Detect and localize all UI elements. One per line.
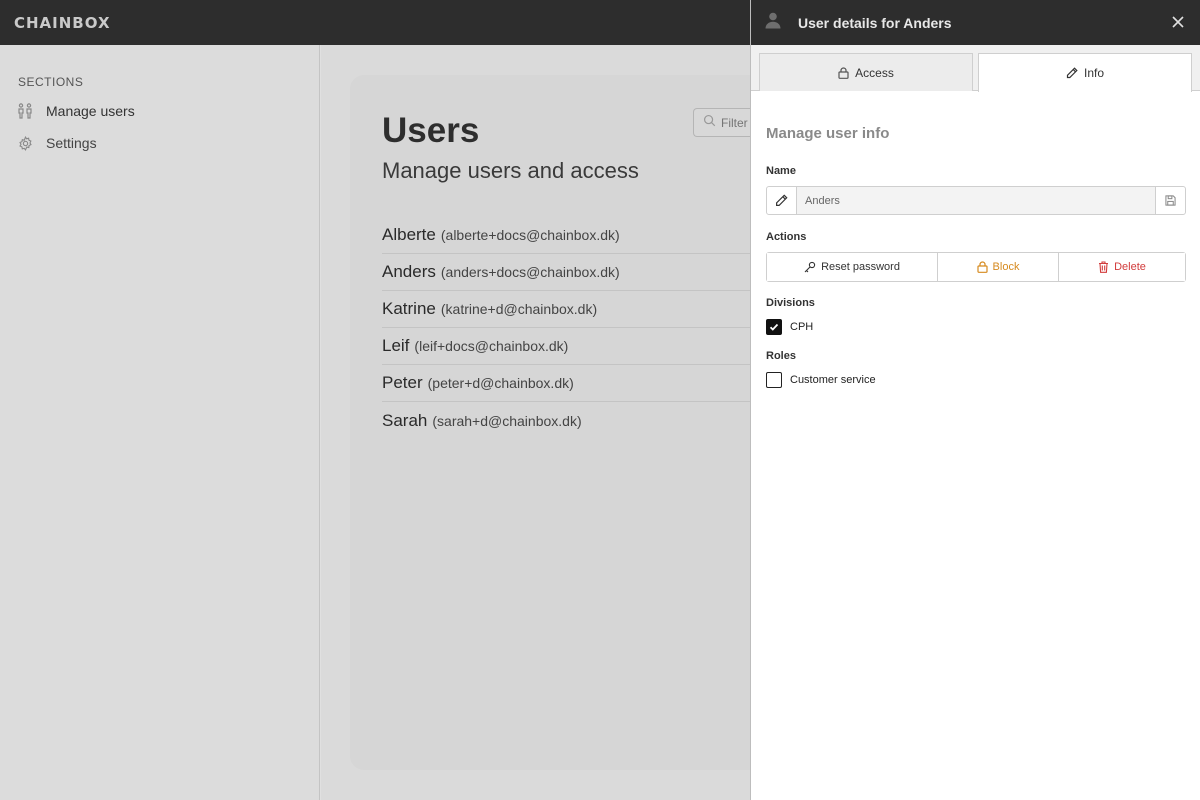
actions-label: Actions <box>766 231 807 243</box>
page-subtitle: Manage users and access <box>382 158 639 183</box>
user-row-anders[interactable]: Anders (anders+docs@chainbox.dk) <box>382 254 752 291</box>
user-name: Peter <box>382 373 423 392</box>
delete-button[interactable]: Delete <box>1059 253 1185 281</box>
lock-icon <box>976 261 988 273</box>
block-button[interactable]: Block <box>938 253 1059 281</box>
role-checkbox-customer-service[interactable]: Customer service <box>766 372 876 388</box>
division-checkbox-cph[interactable]: CPH <box>766 319 813 335</box>
sidebar-item-label: Manage users <box>46 103 135 119</box>
sidebar-item-label: Settings <box>46 135 97 151</box>
name-input-group <box>766 186 1186 215</box>
panel-title: User details for Anders <box>798 14 952 31</box>
actions-group: Reset password Block Delete <box>766 252 1186 282</box>
user-name: Katrine <box>382 299 436 318</box>
panel-header: User details for Anders <box>751 0 1200 45</box>
user-row-leif[interactable]: Leif (leif+docs@chainbox.dk) <box>382 328 752 365</box>
lock-icon <box>838 66 849 79</box>
search-icon <box>703 114 716 132</box>
delete-label: Delete <box>1114 261 1146 273</box>
panel-tabs: Access Info <box>751 45 1200 92</box>
gear-icon <box>16 134 34 152</box>
save-icon[interactable] <box>1155 187 1185 214</box>
user-email: (peter+d@chainbox.dk) <box>427 375 574 391</box>
key-icon <box>804 261 816 273</box>
checkbox-unchecked[interactable] <box>766 372 782 388</box>
user-email: (anders+docs@chainbox.dk) <box>440 264 620 280</box>
tab-access[interactable]: Access <box>759 53 973 91</box>
user-email: (leif+docs@chainbox.dk) <box>414 338 569 354</box>
app-logo[interactable]: CHAINBOX <box>14 14 111 32</box>
user-email: (alberte+docs@chainbox.dk) <box>440 227 620 243</box>
pencil-icon <box>1066 67 1078 79</box>
tab-info[interactable]: Info <box>978 53 1192 92</box>
page-title: Users <box>382 111 480 150</box>
user-avatar-icon <box>764 11 782 34</box>
sidebar-section-title: SECTIONS <box>18 75 84 89</box>
tab-label: Access <box>855 65 894 80</box>
pencil-icon <box>767 187 797 214</box>
trash-icon <box>1098 261 1109 273</box>
user-row-peter[interactable]: Peter (peter+d@chainbox.dk) <box>382 365 752 402</box>
user-name: Anders <box>382 262 436 281</box>
division-label: CPH <box>790 321 814 333</box>
sidebar: SECTIONS Manage users Settings <box>0 45 320 800</box>
sidebar-item-manage-users[interactable]: Manage users <box>16 100 135 122</box>
top-bar: CHAINBOX <box>0 0 750 45</box>
name-field[interactable] <box>797 187 1155 214</box>
user-email: (sarah+d@chainbox.dk) <box>432 412 582 429</box>
user-row-alberte[interactable]: Alberte (alberte+docs@chainbox.dk) <box>382 217 752 254</box>
block-label: Block <box>992 261 1020 273</box>
main-content: Users Manage users and access Alberte (a… <box>321 45 773 800</box>
user-details-panel: User details for Anders Access Info Mana… <box>750 0 1200 800</box>
sidebar-item-settings[interactable]: Settings <box>16 132 97 154</box>
checkbox-checked[interactable] <box>766 319 782 335</box>
users-icon <box>16 102 34 120</box>
reset-password-label: Reset password <box>821 261 900 273</box>
user-email: (katrine+d@chainbox.dk) <box>440 301 598 317</box>
user-list: Alberte (alberte+docs@chainbox.dk) Ander… <box>382 217 752 439</box>
reset-password-button[interactable]: Reset password <box>767 253 938 281</box>
user-row-katrine[interactable]: Katrine (katrine+d@chainbox.dk) <box>382 291 752 328</box>
section-heading: Manage user info <box>766 125 890 142</box>
divisions-label: Divisions <box>766 297 815 309</box>
user-name: Alberte <box>382 225 436 244</box>
close-icon[interactable] <box>1170 14 1186 30</box>
user-row-sarah[interactable]: Sarah (sarah+d@chainbox.dk) <box>382 402 752 439</box>
name-label: Name <box>766 165 796 177</box>
role-label: Customer service <box>790 374 876 386</box>
roles-label: Roles <box>766 350 796 362</box>
tab-label: Info <box>1083 66 1104 80</box>
user-name: Sarah <box>382 410 428 430</box>
user-name: Leif <box>382 336 410 355</box>
